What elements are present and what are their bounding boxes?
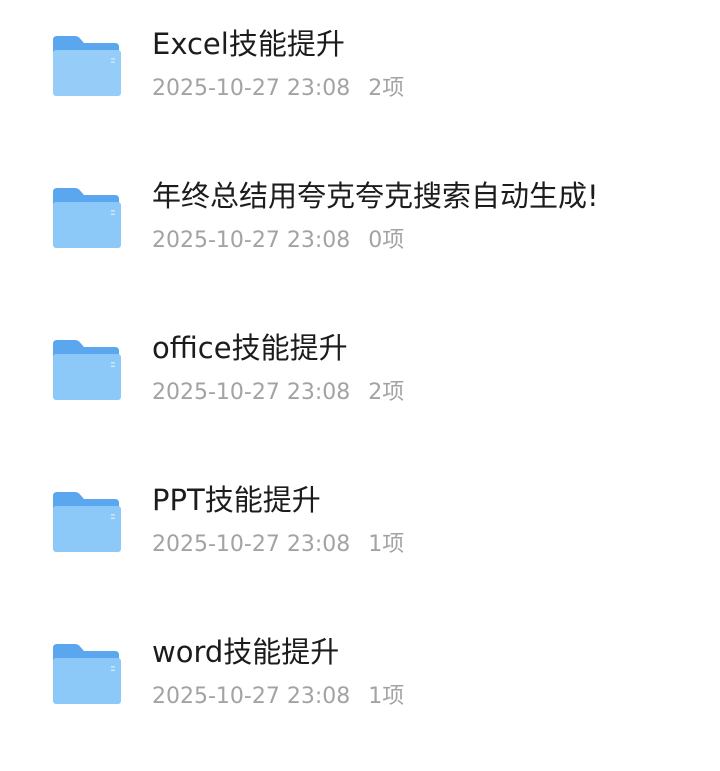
folder-name: PPT技能提升 [152,483,321,517]
folder-item[interactable]: 年终总结用夸克夸克搜索自动生成! 2025-10-27 23:08 0项 [0,172,720,302]
folder-meta: 2025-10-27 23:08 1项 [152,528,404,562]
folder-icon [50,490,122,554]
folder-meta: 2025-10-27 23:08 0项 [152,224,404,258]
folder-name: word技能提升 [152,635,340,669]
item-count: 2项 [368,380,405,405]
item-count: 0项 [368,228,405,253]
folder-icon [50,34,122,98]
item-count: 1项 [368,684,405,709]
folder-item[interactable]: Excel技能提升 2025-10-27 23:08 2项 [0,20,720,150]
folder-icon [50,642,122,706]
folder-icon [50,338,122,402]
folder-item[interactable]: PPT技能提升 2025-10-27 23:08 1项 [0,476,720,606]
folder-meta: 2025-10-27 23:08 1项 [152,680,404,714]
modified-date: 2025-10-27 23:08 [152,228,351,253]
modified-date: 2025-10-27 23:08 [152,684,351,709]
folder-name: 年终总结用夸克夸克搜索自动生成! [152,179,599,213]
item-count: 2项 [368,76,405,101]
folder-item[interactable]: word技能提升 2025-10-27 23:08 1项 [0,628,720,758]
folder-name: office技能提升 [152,331,348,365]
folder-icon [50,186,122,250]
modified-date: 2025-10-27 23:08 [152,76,351,101]
modified-date: 2025-10-27 23:08 [152,380,351,405]
item-count: 1项 [368,532,405,557]
folder-item[interactable]: office技能提升 2025-10-27 23:08 2项 [0,324,720,454]
folder-name: Excel技能提升 [152,27,345,61]
folder-meta: 2025-10-27 23:08 2项 [152,72,404,106]
folder-list: Excel技能提升 2025-10-27 23:08 2项 年终总结用夸克夸克搜索… [0,0,720,771]
folder-meta: 2025-10-27 23:08 2项 [152,376,404,410]
modified-date: 2025-10-27 23:08 [152,532,351,557]
